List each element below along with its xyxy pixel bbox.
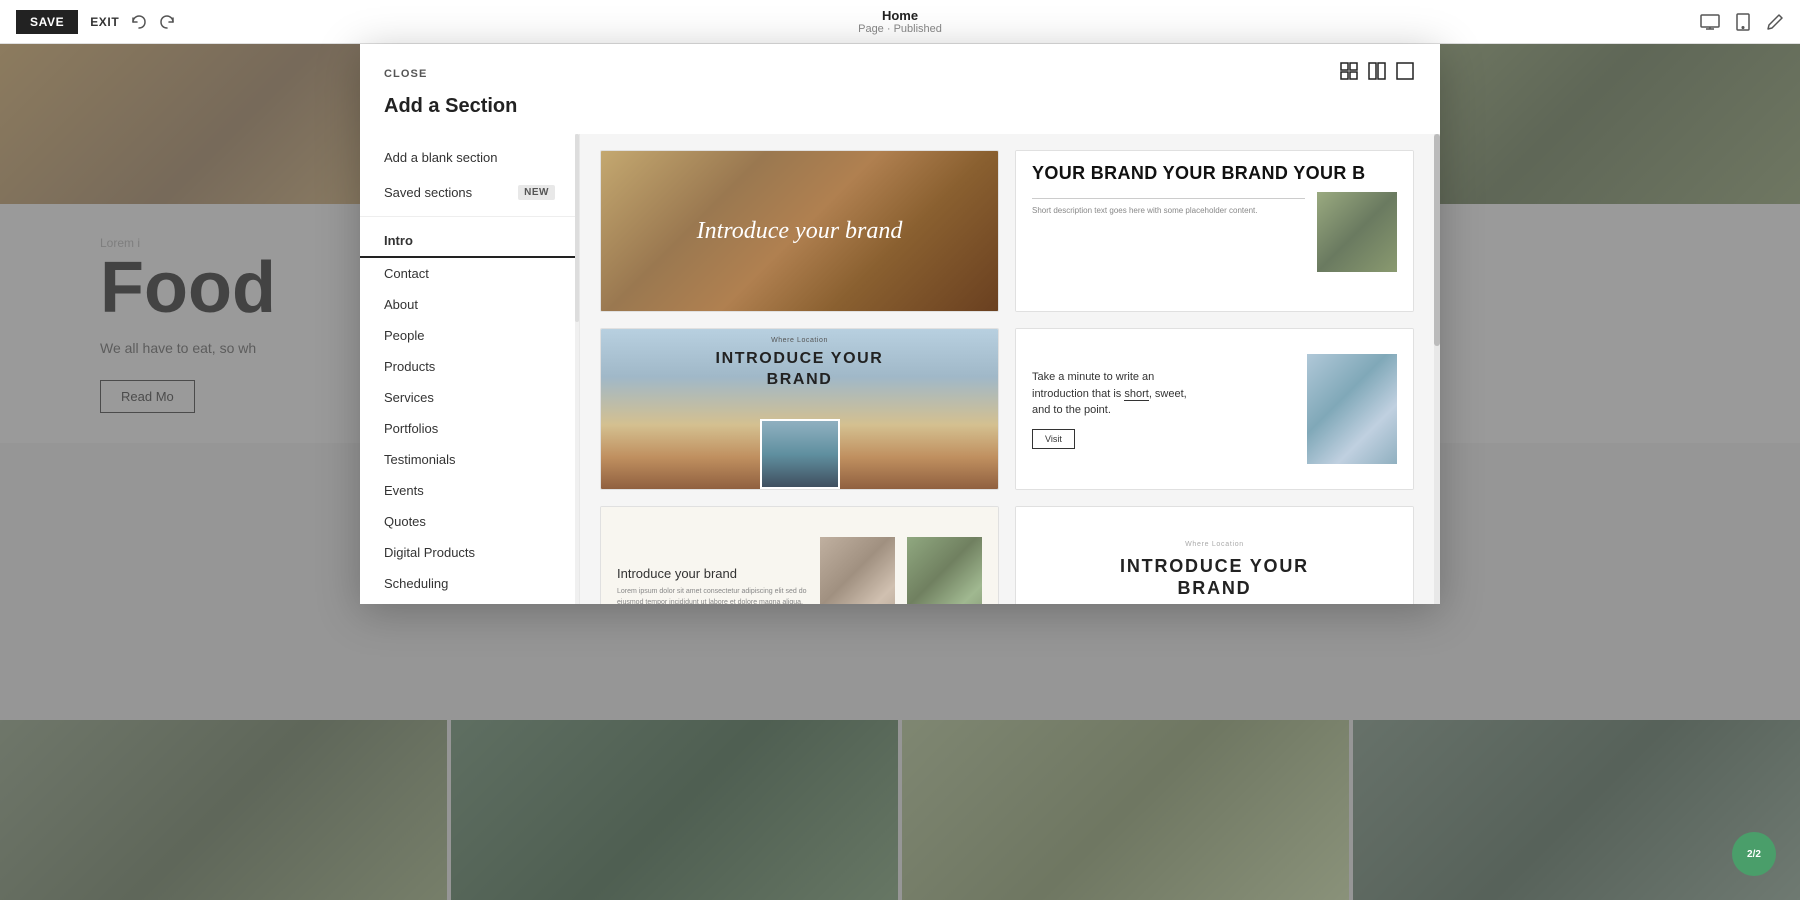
sidebar-saved-sections[interactable]: Saved sections NEW xyxy=(360,177,579,208)
sidebar-divider xyxy=(360,216,579,217)
tpl4-button: Visit xyxy=(1032,429,1075,449)
modal-header: CLOSE xyxy=(360,44,1440,87)
tpl2-content: Short description text goes here with so… xyxy=(1032,192,1397,299)
view-toggle xyxy=(1338,60,1416,87)
tpl5-image2 xyxy=(907,537,982,604)
template-preview-5: Introduce your brand Lorem ipsum dolor s… xyxy=(601,507,998,604)
content-scrollbar[interactable] xyxy=(1434,134,1440,604)
tpl2-marquee-text: YOUR BRAND YOUR BRAND YOUR B xyxy=(1032,163,1397,184)
grid-small-view-button[interactable] xyxy=(1338,60,1360,87)
templates-content-area[interactable]: Introduce your brand YOUR BRAND YOUR BRA… xyxy=(580,134,1434,604)
sidebar-item-digital-products[interactable]: Digital Products xyxy=(360,537,579,568)
template-preview-1: Introduce your brand xyxy=(601,151,998,311)
tablet-view-button[interactable] xyxy=(1736,13,1750,31)
template-preview-4: Take a minute to write an introduction t… xyxy=(1016,329,1413,489)
toolbar-right xyxy=(1700,13,1784,31)
template-card-5[interactable]: Introduce your brand Lorem ipsum dolor s… xyxy=(600,506,999,604)
tpl4-heading: Take a minute to write an introduction t… xyxy=(1032,369,1291,419)
exit-button[interactable]: EXIT xyxy=(90,15,119,29)
tpl6-location: Where Location xyxy=(1185,541,1244,548)
tpl4-image xyxy=(1307,354,1397,464)
single-view-button[interactable] xyxy=(1394,60,1416,87)
sidebar-item-contact[interactable]: Contact xyxy=(360,258,579,289)
desktop-view-button[interactable] xyxy=(1700,14,1720,30)
tpl6-title: INTRODUCE YOURBRAND xyxy=(1120,556,1309,599)
sidebar-item-events[interactable]: Events xyxy=(360,475,579,506)
templates-grid: Introduce your brand YOUR BRAND YOUR BRA… xyxy=(600,150,1414,604)
sidebar-item-scheduling[interactable]: Scheduling xyxy=(360,568,579,599)
tpl2-image xyxy=(1317,192,1397,272)
sidebar-scrollbar-thumb xyxy=(575,134,579,322)
section-type-sidebar: Add a blank section Saved sections NEW I… xyxy=(360,134,580,604)
template-card-4[interactable]: Take a minute to write an introduction t… xyxy=(1015,328,1414,490)
tpl2-text: Short description text goes here with so… xyxy=(1032,192,1305,216)
save-button[interactable]: SAVE xyxy=(16,10,78,34)
add-section-modal: CLOSE Ad xyxy=(360,44,1440,604)
content-scrollbar-thumb xyxy=(1434,134,1440,346)
undo-button[interactable] xyxy=(131,14,147,30)
tpl3-location: Where Location xyxy=(601,337,998,344)
edit-mode-button[interactable] xyxy=(1766,13,1784,31)
template-card-2[interactable]: YOUR BRAND YOUR BRAND YOUR B Short descr… xyxy=(1015,150,1414,312)
tpl2-line xyxy=(1032,198,1305,199)
sidebar-item-donations[interactable]: Donations xyxy=(360,599,579,604)
sidebar-blank-section[interactable]: Add a blank section xyxy=(360,142,579,173)
sidebar-item-quotes[interactable]: Quotes xyxy=(360,506,579,537)
modal-title: Add a Section xyxy=(360,87,1440,134)
tpl5-body: Lorem ipsum dolor sit amet consectetur a… xyxy=(617,587,808,604)
sidebar-scrollbar xyxy=(575,134,579,604)
template-card-1[interactable]: Introduce your brand xyxy=(600,150,999,312)
redo-button[interactable] xyxy=(159,14,175,30)
sidebar-item-products[interactable]: Products xyxy=(360,351,579,382)
sidebar-item-testimonials[interactable]: Testimonials xyxy=(360,444,579,475)
grid-large-view-button[interactable] xyxy=(1366,60,1388,87)
sidebar-item-intro[interactable]: Intro xyxy=(360,225,579,258)
floating-badge[interactable]: 2/2 xyxy=(1732,832,1776,876)
tpl5-title: Introduce your brand xyxy=(617,566,808,581)
template-card-6[interactable]: Where Location INTRODUCE YOURBRAND Visit xyxy=(1015,506,1414,604)
sidebar-item-portfolios[interactable]: Portfolios xyxy=(360,413,579,444)
template-preview-2: YOUR BRAND YOUR BRAND YOUR B Short descr… xyxy=(1016,151,1413,311)
tpl1-headline: Introduce your brand xyxy=(697,218,903,245)
new-badge: NEW xyxy=(518,185,555,200)
sidebar-item-services[interactable]: Services xyxy=(360,382,579,413)
tpl3-headline: INTRODUCE YOURBRAND xyxy=(601,349,998,391)
toolbar-center: Home Page · Published xyxy=(858,8,942,35)
tpl5-text: Introduce your brand Lorem ipsum dolor s… xyxy=(617,566,808,604)
tpl5-image1 xyxy=(820,537,895,604)
close-button[interactable]: CLOSE xyxy=(384,68,427,80)
template-preview-6: Where Location INTRODUCE YOURBRAND Visit xyxy=(1016,507,1413,604)
sidebar-item-about[interactable]: About xyxy=(360,289,579,320)
tpl4-text: Take a minute to write an introduction t… xyxy=(1032,369,1291,449)
toolbar-left: SAVE EXIT xyxy=(16,10,175,34)
toolbar: SAVE EXIT Home Page · Published xyxy=(0,0,1800,44)
tpl3-image xyxy=(760,419,840,489)
page-title: Home xyxy=(858,8,942,23)
template-card-3[interactable]: Where Location INTRODUCE YOURBRAND xyxy=(600,328,999,490)
sidebar-item-people[interactable]: People xyxy=(360,320,579,351)
tpl2-desc: Short description text goes here with so… xyxy=(1032,205,1305,216)
template-preview-3: Where Location INTRODUCE YOURBRAND xyxy=(601,329,998,489)
modal-body: Add a blank section Saved sections NEW I… xyxy=(360,134,1440,604)
page-status: Page · Published xyxy=(858,23,942,35)
